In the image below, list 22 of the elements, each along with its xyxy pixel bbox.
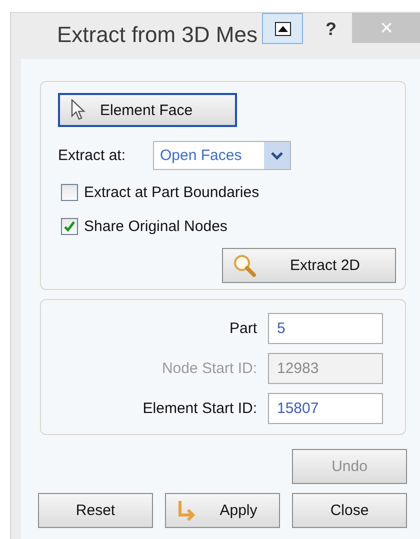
search-icon [233, 254, 257, 278]
extract-2d-button[interactable]: Extract 2D [222, 248, 396, 283]
dialog-button[interactable]: Close [292, 493, 407, 528]
checkbox-label[interactable]: Extract at Part Boundaries [84, 184, 260, 200]
cursor-icon [70, 99, 86, 121]
field-label: Element Start ID: [142, 400, 257, 417]
checkbox[interactable] [61, 184, 78, 200]
element-face-button[interactable]: Element Face [58, 93, 237, 127]
input-field[interactable]: 15807 [268, 393, 383, 424]
checkbox[interactable] [61, 218, 78, 234]
extract-at-label: Extract at: [58, 147, 127, 164]
extract-at-dropdown[interactable]: Open Faces [153, 141, 291, 170]
input-field[interactable]: 5 [268, 313, 383, 344]
chevron-down-icon [270, 150, 284, 160]
field-label: Node Start ID: [160, 360, 257, 377]
pin-button[interactable] [262, 13, 303, 44]
window-title: Extract from 3D Mes [57, 22, 258, 48]
help-button[interactable]: ? [317, 15, 345, 43]
apply-button[interactable]: Apply [165, 493, 280, 528]
field-label: Part [228, 320, 257, 337]
dialog-button[interactable]: Reset [38, 493, 153, 528]
checkbox-label[interactable]: Share Original Nodes [84, 218, 228, 234]
